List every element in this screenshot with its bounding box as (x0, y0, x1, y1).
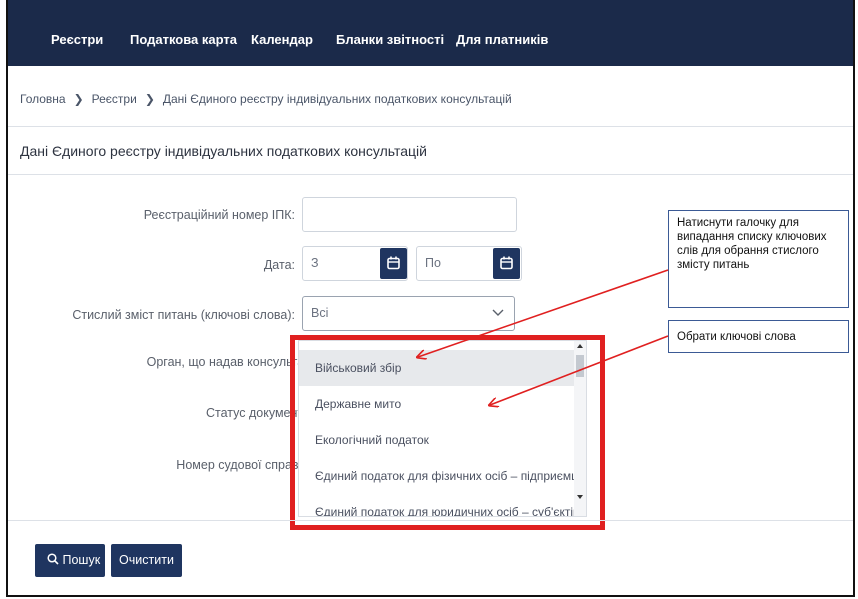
arrow-to-option (418, 269, 669, 357)
annotation-arrows (0, 269, 669, 599)
arrow-to-list (490, 335, 669, 405)
